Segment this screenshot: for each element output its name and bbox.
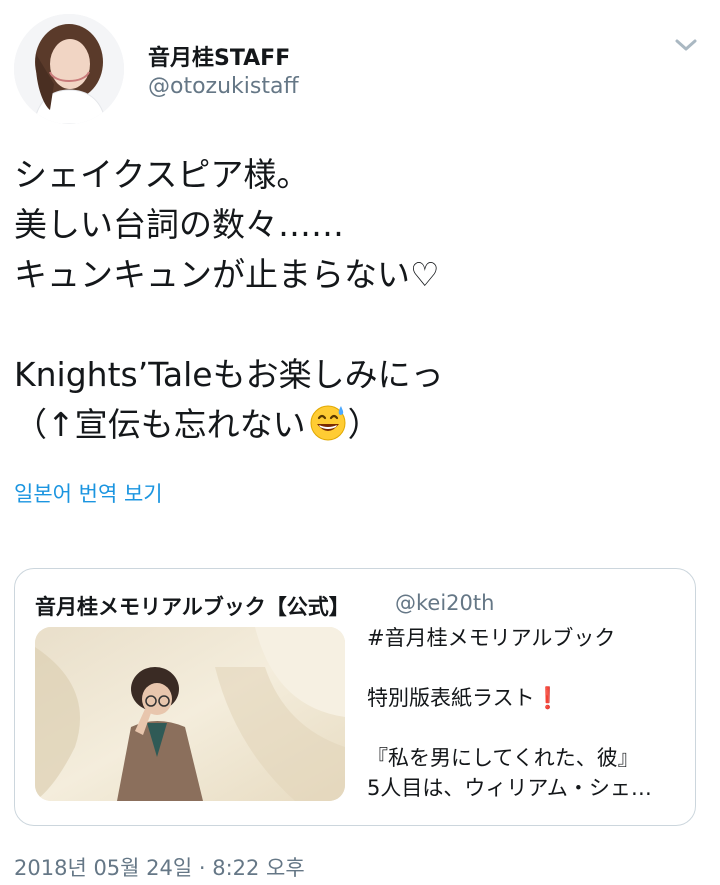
quoted-tweet-card[interactable]: 音月桂メモリアルブック【公式】 @kei20th #音月桂メモリアルブック 特別…: [14, 568, 696, 826]
quote-image[interactable]: [35, 627, 345, 801]
avatar[interactable]: [14, 14, 124, 124]
tweet-line: シェイクスピア様。: [14, 155, 310, 194]
tweet-line: キュンキュンが止まらない♡: [14, 255, 440, 294]
quote-line-text: 特別版表紙ラスト: [367, 686, 535, 710]
tweet-timestamp[interactable]: 2018년 05월 24일 · 8:22 오후: [14, 852, 305, 882]
tweet-line: （↑宣伝も忘れない ）: [14, 400, 694, 450]
quote-line: 5人目は、ウィリアム・シェ…: [367, 776, 652, 800]
quote-line: 『私を男にしてくれた、彼』: [367, 746, 639, 770]
tweet-text: シェイクスピア様。 美しい台詞の数々…… キュンキュンが止まらない♡ Knigh…: [14, 150, 694, 450]
tweet-line: 美しい台詞の数々……: [14, 205, 344, 244]
quote-line: 特別版表紙ラスト❗: [367, 683, 687, 713]
grinning-sweat-emoji-icon: [310, 405, 346, 441]
tweet-line: Knights’Taleもお楽しみにっ: [14, 355, 444, 394]
translate-link[interactable]: 일본어 번역 보기: [14, 478, 163, 508]
exclamation-icon: ❗: [534, 686, 561, 710]
author-name[interactable]: 音月桂STAFF: [148, 40, 290, 72]
chevron-down-icon[interactable]: [672, 34, 700, 56]
tweet-line-close: ）: [347, 405, 381, 444]
quote-blank-line: [367, 653, 687, 683]
quote-author-handle: @kei20th: [395, 591, 495, 615]
quote-blank-line: [367, 713, 687, 743]
quote-photo: [35, 627, 345, 801]
quote-author-name: 音月桂メモリアルブック【公式】: [35, 595, 350, 619]
author-handle[interactable]: @otozukistaff: [148, 74, 299, 99]
quote-text: #音月桂メモリアルブック 特別版表紙ラスト❗ 『私を男にしてくれた、彼』 5人目…: [367, 623, 687, 803]
tweet-line-text: （↑宣伝も忘れない: [14, 405, 306, 444]
avatar-photo: [14, 14, 124, 124]
quote-line: #音月桂メモリアルブック: [367, 626, 616, 650]
